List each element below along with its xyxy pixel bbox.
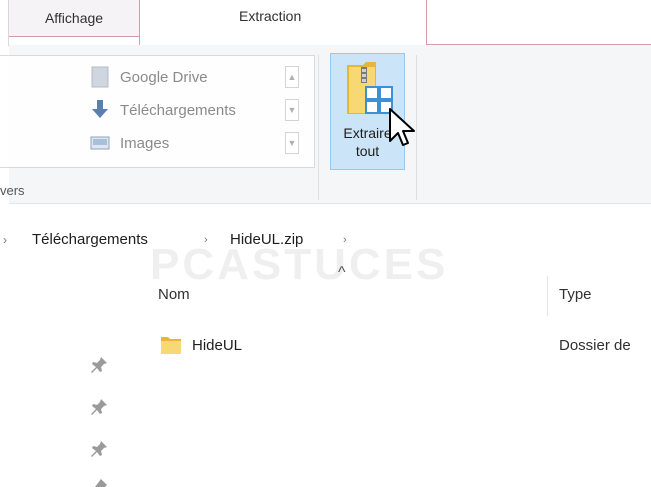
tab-extraction-label: Extraction: [239, 8, 302, 24]
column-header-type[interactable]: Type: [559, 286, 592, 303]
gallery-item-images[interactable]: Images: [88, 129, 169, 157]
column-divider[interactable]: [547, 276, 548, 316]
column-header-nom[interactable]: Nom: [158, 286, 190, 303]
pin-icon[interactable]: [90, 398, 108, 416]
pin-icon[interactable]: [90, 440, 108, 458]
watermark-logo: PCASTUCES: [150, 240, 449, 289]
ribbon-separator: [318, 55, 319, 200]
pin-icon[interactable]: [90, 356, 108, 374]
tab-affichage[interactable]: Affichage: [9, 0, 140, 37]
download-arrow-icon: [88, 98, 112, 122]
tab-extraction[interactable]: Extraction: [139, 0, 427, 45]
folder-icon: [161, 337, 181, 354]
ribbon-bottom-border: [9, 203, 651, 204]
file-name-hideul[interactable]: HideUL: [192, 337, 242, 354]
google-drive-icon: [88, 65, 112, 89]
mouse-cursor-icon: [389, 108, 415, 146]
gallery-scroll-up-button[interactable]: ▲: [285, 66, 299, 88]
pin-icon[interactable]: [90, 478, 108, 487]
gallery-item-google-drive[interactable]: Google Drive: [88, 63, 208, 91]
gallery-item-label: Images: [120, 134, 170, 152]
sort-ascending-icon: ^: [338, 264, 346, 281]
gallery-expand-button[interactable]: ▼: [285, 132, 299, 154]
gallery-item-label: Google Drive: [120, 68, 208, 86]
ribbon-group-label: vers: [0, 183, 25, 198]
gallery-item-telechargements[interactable]: Téléchargements: [88, 96, 236, 124]
gallery-scroll-down-button[interactable]: ▼: [285, 99, 299, 121]
tab-affichage-label: Affichage: [44, 10, 104, 26]
images-folder-icon: [88, 131, 112, 155]
gallery-item-label: Téléchargements: [120, 101, 236, 119]
breadcrumb-telechargements[interactable]: Téléchargements: [32, 231, 148, 248]
file-type-hideul: Dossier de: [559, 337, 631, 354]
breadcrumb-overflow-chevron-icon[interactable]: ›: [3, 233, 7, 247]
